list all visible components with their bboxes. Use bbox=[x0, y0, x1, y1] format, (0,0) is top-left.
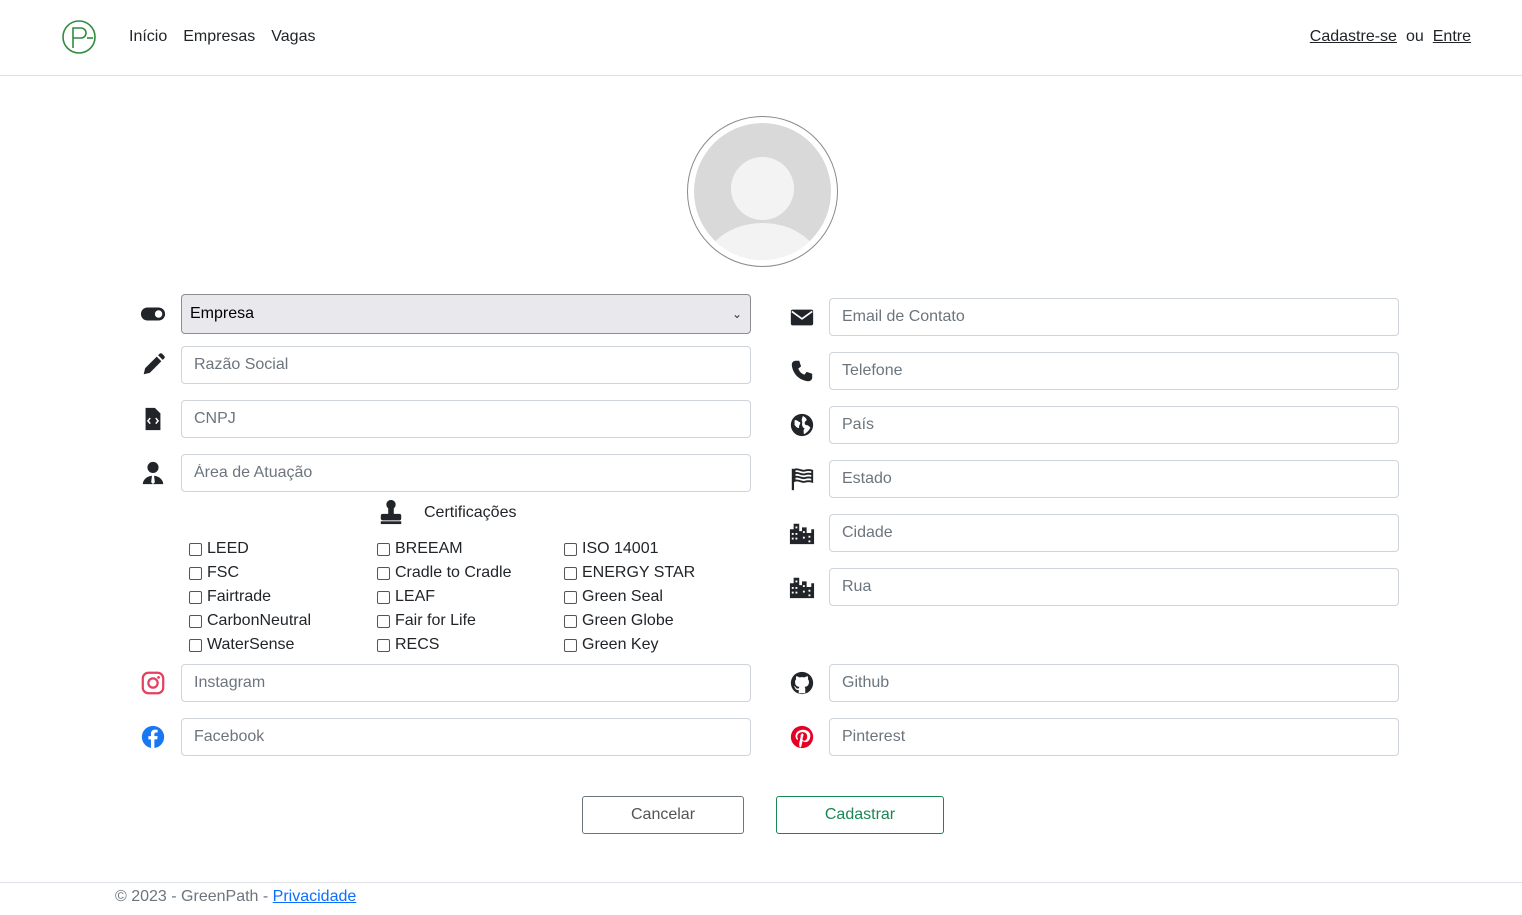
cert-checkbox[interactable]: RECS bbox=[377, 636, 439, 654]
nav-link-inicio[interactable]: Início bbox=[129, 28, 167, 46]
pais-input[interactable] bbox=[829, 406, 1399, 444]
privacy-link[interactable]: Privacidade bbox=[273, 888, 357, 905]
cert-checkbox[interactable]: LEAF bbox=[377, 588, 435, 606]
navbar: Início Empresas Vagas Cadastre-se ou Ent… bbox=[0, 0, 1522, 76]
nav-link-vagas[interactable]: Vagas bbox=[271, 28, 315, 46]
cert-checkbox[interactable]: Green Globe bbox=[564, 612, 674, 630]
checkbox-icon[interactable] bbox=[377, 614, 390, 628]
telefone-input[interactable] bbox=[829, 352, 1399, 390]
nav-link-empresas[interactable]: Empresas bbox=[183, 28, 255, 46]
cert-checkbox[interactable]: Green Key bbox=[564, 636, 658, 654]
checkbox-icon[interactable] bbox=[189, 638, 202, 652]
cert-checkbox[interactable]: Green Seal bbox=[564, 588, 663, 606]
instagram-icon bbox=[139, 669, 167, 697]
auth-separator: ou bbox=[1405, 28, 1424, 45]
login-link[interactable]: Entre bbox=[1433, 28, 1471, 46]
cert-checkbox[interactable]: LEED bbox=[189, 540, 249, 558]
pencil-icon bbox=[139, 351, 167, 379]
pinterest-icon bbox=[788, 723, 816, 751]
checkbox-icon[interactable] bbox=[564, 566, 577, 580]
footer-text: © 2023 - GreenPath - Privacidade bbox=[115, 888, 356, 906]
account-type-value: Empresa bbox=[190, 305, 255, 322]
copyright-text: © 2023 - GreenPath - bbox=[115, 888, 269, 905]
checkbox-icon[interactable] bbox=[377, 566, 390, 580]
flag-icon bbox=[788, 465, 816, 493]
razao-social-input[interactable] bbox=[181, 346, 751, 384]
footer: © 2023 - GreenPath - Privacidade bbox=[0, 882, 1522, 915]
rua-input[interactable] bbox=[829, 568, 1399, 606]
checkbox-icon[interactable] bbox=[189, 542, 202, 556]
checkbox-icon[interactable] bbox=[189, 614, 202, 628]
profile-avatar[interactable] bbox=[687, 116, 838, 267]
submit-button[interactable]: Cadastrar bbox=[776, 796, 944, 834]
city-icon bbox=[788, 573, 816, 601]
stamp-icon bbox=[377, 498, 405, 526]
pinterest-input[interactable] bbox=[829, 718, 1399, 756]
certifications-title: Certificações bbox=[424, 504, 517, 521]
cnpj-input[interactable] bbox=[181, 400, 751, 438]
cert-checkbox[interactable]: ISO 14001 bbox=[564, 540, 659, 558]
cert-checkbox[interactable]: CarbonNeutral bbox=[189, 612, 311, 630]
facebook-input[interactable] bbox=[181, 718, 751, 756]
avatar-placeholder-icon bbox=[694, 123, 831, 260]
checkbox-icon[interactable] bbox=[377, 542, 390, 556]
checkbox-icon[interactable] bbox=[564, 614, 577, 628]
envelope-icon bbox=[788, 303, 816, 331]
checkbox-icon[interactable] bbox=[189, 566, 202, 580]
toggle-icon bbox=[139, 300, 167, 328]
phone-icon bbox=[788, 357, 816, 385]
signup-link[interactable]: Cadastre-se bbox=[1310, 28, 1397, 46]
checkbox-icon[interactable] bbox=[377, 638, 390, 652]
cert-checkbox[interactable]: BREEAM bbox=[377, 540, 463, 558]
checkbox-icon[interactable] bbox=[564, 542, 577, 556]
globe-icon bbox=[788, 411, 816, 439]
checkbox-icon[interactable] bbox=[189, 590, 202, 604]
cert-checkbox[interactable]: FSC bbox=[189, 564, 239, 582]
nav-links: Início Empresas Vagas bbox=[129, 28, 315, 46]
city-icon bbox=[788, 519, 816, 547]
checkbox-icon[interactable] bbox=[564, 638, 577, 652]
cert-checkbox[interactable]: Fairtrade bbox=[189, 588, 271, 606]
facebook-icon bbox=[139, 723, 167, 751]
checkbox-icon[interactable] bbox=[564, 590, 577, 604]
estado-input[interactable] bbox=[829, 460, 1399, 498]
cancel-button[interactable]: Cancelar bbox=[582, 796, 744, 834]
github-input[interactable] bbox=[829, 664, 1399, 702]
account-type-select[interactable]: Empresa ⌄ bbox=[181, 294, 751, 334]
auth-links: Cadastre-se ou Entre bbox=[1310, 28, 1471, 46]
email-contato-input[interactable] bbox=[829, 298, 1399, 336]
user-tie-icon bbox=[139, 459, 167, 487]
chevron-down-icon: ⌄ bbox=[731, 307, 742, 321]
cert-checkbox[interactable]: WaterSense bbox=[189, 636, 294, 654]
cert-checkbox[interactable]: Fair for Life bbox=[377, 612, 476, 630]
instagram-input[interactable] bbox=[181, 664, 751, 702]
cidade-input[interactable] bbox=[829, 514, 1399, 552]
github-icon bbox=[788, 669, 816, 697]
file-code-icon bbox=[139, 405, 167, 433]
cert-checkbox[interactable]: Cradle to Cradle bbox=[377, 564, 512, 582]
area-atuacao-input[interactable] bbox=[181, 454, 751, 492]
checkbox-icon[interactable] bbox=[377, 590, 390, 604]
greenpath-logo[interactable] bbox=[60, 18, 98, 56]
cert-checkbox[interactable]: ENERGY STAR bbox=[564, 564, 695, 582]
